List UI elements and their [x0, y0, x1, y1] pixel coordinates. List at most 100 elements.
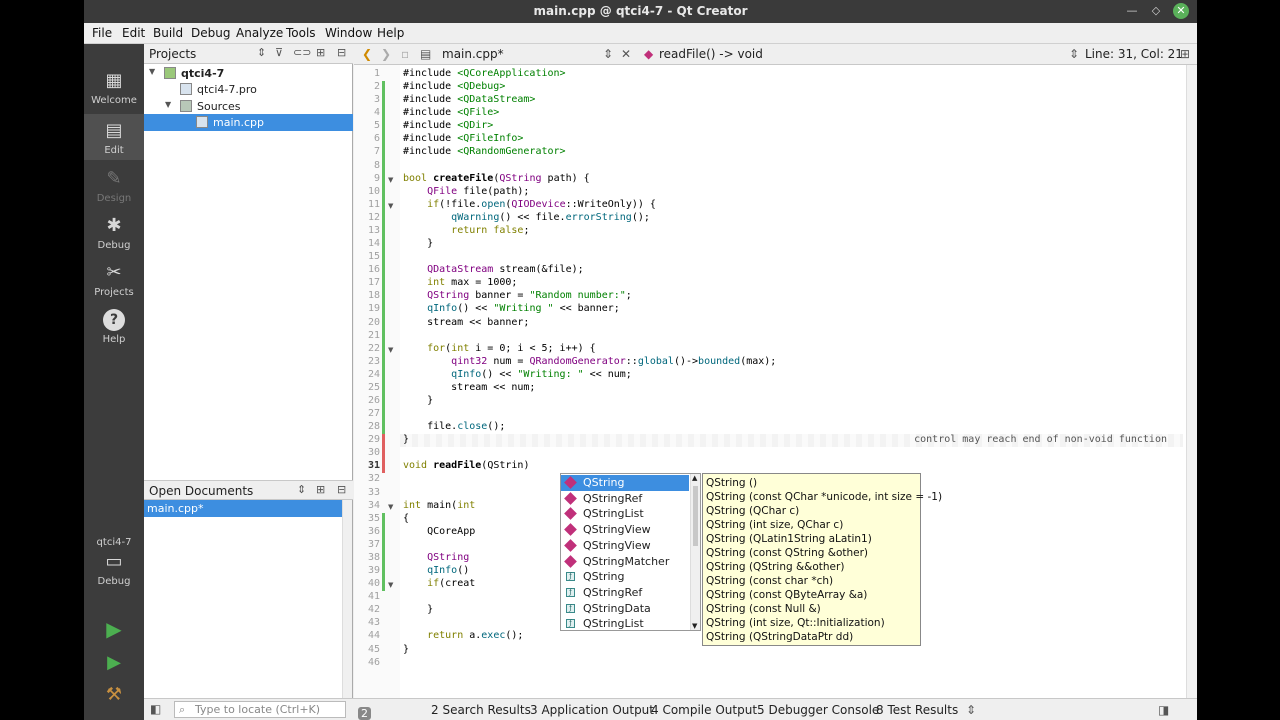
- code-line[interactable]: file.close();: [403, 421, 505, 432]
- close-icon[interactable]: ✕: [1173, 3, 1189, 19]
- maximize-icon[interactable]: ◇: [1148, 3, 1164, 19]
- open-docs-scrollbar[interactable]: [342, 500, 352, 698]
- code-line[interactable]: qint32 num = QRandomGenerator::global()-…: [403, 356, 776, 367]
- debug-run-button[interactable]: ▶: [84, 652, 144, 677]
- code-line[interactable]: return a.exec();: [403, 630, 523, 641]
- mode-help[interactable]: ? Help: [84, 309, 144, 345]
- tree-sources[interactable]: ▼ Sources: [144, 98, 353, 115]
- menu-analyze[interactable]: Analyze: [236, 26, 283, 40]
- close-document-icon[interactable]: ✕: [621, 47, 631, 61]
- code-line[interactable]: QDataStream stream(&file);: [403, 264, 584, 275]
- code-line[interactable]: QCoreApp: [403, 526, 475, 537]
- completion-item[interactable]: QStringView: [561, 538, 689, 554]
- code-line[interactable]: int main(int: [403, 500, 475, 511]
- code-line[interactable]: #include <QFile>: [403, 107, 499, 118]
- expand-arrow-icon[interactable]: ▼: [149, 67, 155, 76]
- output-toggle-icon[interactable]: ◨: [1158, 703, 1169, 717]
- cursor-position[interactable]: Line: 31, Col: 21: [1085, 47, 1183, 61]
- pane-application-output[interactable]: 3 Application Output: [530, 703, 654, 717]
- completion-scrollbar[interactable]: ▲ ▼: [690, 474, 700, 630]
- code-line[interactable]: }: [403, 644, 409, 655]
- scroll-thumb[interactable]: [693, 486, 698, 546]
- completion-item[interactable]: QStringMatcher: [561, 554, 689, 570]
- tree-pro-file[interactable]: qtci4-7.pro: [144, 81, 353, 98]
- pane-test-results[interactable]: 8 Test Results: [876, 703, 958, 717]
- mode-debug[interactable]: ✱ Debug: [84, 215, 144, 251]
- code-line[interactable]: for(int i = 0; i < 5; i++) {: [403, 343, 596, 354]
- menu-help[interactable]: Help: [377, 26, 404, 40]
- code-line[interactable]: #include <QDataStream>: [403, 94, 535, 105]
- updown-icon[interactable]: ⇕: [1069, 47, 1079, 61]
- code-line[interactable]: qInfo() << "Writing " << banner;: [403, 303, 620, 314]
- pane-compile-output[interactable]: 4 Compile Output: [651, 703, 757, 717]
- code-line[interactable]: }: [403, 238, 433, 249]
- code-line[interactable]: #include <QRandomGenerator>: [403, 146, 566, 157]
- link-icon[interactable]: ⊂⊃: [293, 46, 311, 59]
- completion-item[interactable]: ƒ QString: [561, 569, 689, 585]
- code-line[interactable]: qInfo() << "Writing: " << num;: [403, 369, 632, 380]
- minimize-icon[interactable]: —: [1124, 3, 1140, 19]
- code-line[interactable]: void readFile(QStrin): [403, 460, 529, 471]
- fold-arrow-icon[interactable]: ▼: [388, 503, 393, 511]
- scroll-up-icon[interactable]: ▲: [692, 474, 697, 482]
- code-line[interactable]: qWarning() << file.errorString();: [403, 212, 650, 223]
- completion-item[interactable]: ƒ QStringList: [561, 616, 689, 632]
- open-doc-item[interactable]: main.cpp*: [144, 500, 342, 517]
- fold-arrow-icon[interactable]: ▼: [388, 581, 393, 589]
- completion-item[interactable]: QString: [561, 475, 689, 491]
- completion-item[interactable]: ƒ QStringRef: [561, 585, 689, 601]
- menu-debug[interactable]: Debug: [191, 26, 230, 40]
- close-pane-icon[interactable]: ⊟: [337, 483, 346, 496]
- code-line[interactable]: #include <QCoreApplication>: [403, 68, 566, 79]
- code-line[interactable]: #include <QDir>: [403, 120, 493, 131]
- build-button[interactable]: ⚒: [84, 684, 144, 709]
- locator-input[interactable]: ⌕ Type to locate (Ctrl+K): [174, 701, 346, 718]
- mode-design[interactable]: ✎ Design: [84, 168, 144, 204]
- code-line[interactable]: }: [403, 434, 409, 445]
- code-line[interactable]: qInfo(): [403, 565, 469, 576]
- tree-main-cpp[interactable]: main.cpp: [144, 114, 353, 131]
- function-selector[interactable]: readFile() -> void: [659, 47, 763, 61]
- updown-icon[interactable]: ⇕: [603, 47, 613, 61]
- filter-icon[interactable]: ⊽: [275, 46, 283, 59]
- menu-window[interactable]: Window: [325, 26, 372, 40]
- code-line[interactable]: #include <QFileInfo>: [403, 133, 523, 144]
- completion-item[interactable]: ƒ QStringData: [561, 601, 689, 617]
- completion-item[interactable]: QStringList: [561, 506, 689, 522]
- menu-build[interactable]: Build: [153, 26, 183, 40]
- file-tab[interactable]: main.cpp*: [442, 47, 504, 61]
- scroll-down-icon[interactable]: ▼: [692, 622, 697, 630]
- code-line[interactable]: {: [403, 513, 409, 524]
- editor-scrollbar[interactable]: [1186, 65, 1197, 698]
- completion-item[interactable]: QStringRef: [561, 491, 689, 507]
- fold-arrow-icon[interactable]: ▼: [388, 202, 393, 210]
- code-line[interactable]: QFile file(path);: [403, 186, 529, 197]
- code-line[interactable]: bool createFile(QString path) {: [403, 173, 590, 184]
- mode-projects[interactable]: ✂ Projects: [84, 262, 144, 298]
- code-line[interactable]: stream << banner;: [403, 317, 529, 328]
- menu-file[interactable]: File: [92, 26, 112, 40]
- split-icon[interactable]: ⊞: [1180, 47, 1190, 61]
- updown-icon[interactable]: ⇕: [297, 483, 306, 496]
- updown-icon[interactable]: ⇕: [966, 703, 976, 717]
- tree-project[interactable]: ▼ qtci4-7: [144, 65, 353, 82]
- pane-debugger-console[interactable]: 5 Debugger Console: [757, 703, 879, 717]
- menu-edit[interactable]: Edit: [122, 26, 145, 40]
- code-line[interactable]: int max = 1000;: [403, 277, 517, 288]
- code-line[interactable]: if(!file.open(QIODevice::WriteOnly)) {: [403, 199, 656, 210]
- pane-search-results[interactable]: 2 Search Results: [431, 703, 531, 717]
- updown-icon[interactable]: ⇕: [257, 46, 266, 59]
- code-line[interactable]: }: [403, 604, 433, 615]
- code-line[interactable]: stream << num;: [403, 382, 535, 393]
- code-line[interactable]: #include <QDebug>: [403, 81, 505, 92]
- fold-arrow-icon[interactable]: ▼: [388, 176, 393, 184]
- code-line[interactable]: }: [403, 395, 433, 406]
- close-pane-icon[interactable]: ⊟: [337, 46, 346, 59]
- code-line[interactable]: if(creat: [403, 578, 475, 589]
- completion-popup[interactable]: QString QStringRef QStringList QStringView Q…: [560, 473, 701, 631]
- fold-arrow-icon[interactable]: ▼: [388, 346, 393, 354]
- completion-item[interactable]: QStringView: [561, 522, 689, 538]
- sidebar-toggle-icon[interactable]: ◧: [150, 702, 161, 716]
- code-line[interactable]: QString banner = "Random number:";: [403, 290, 632, 301]
- mode-edit[interactable]: ▤ Edit: [84, 114, 144, 160]
